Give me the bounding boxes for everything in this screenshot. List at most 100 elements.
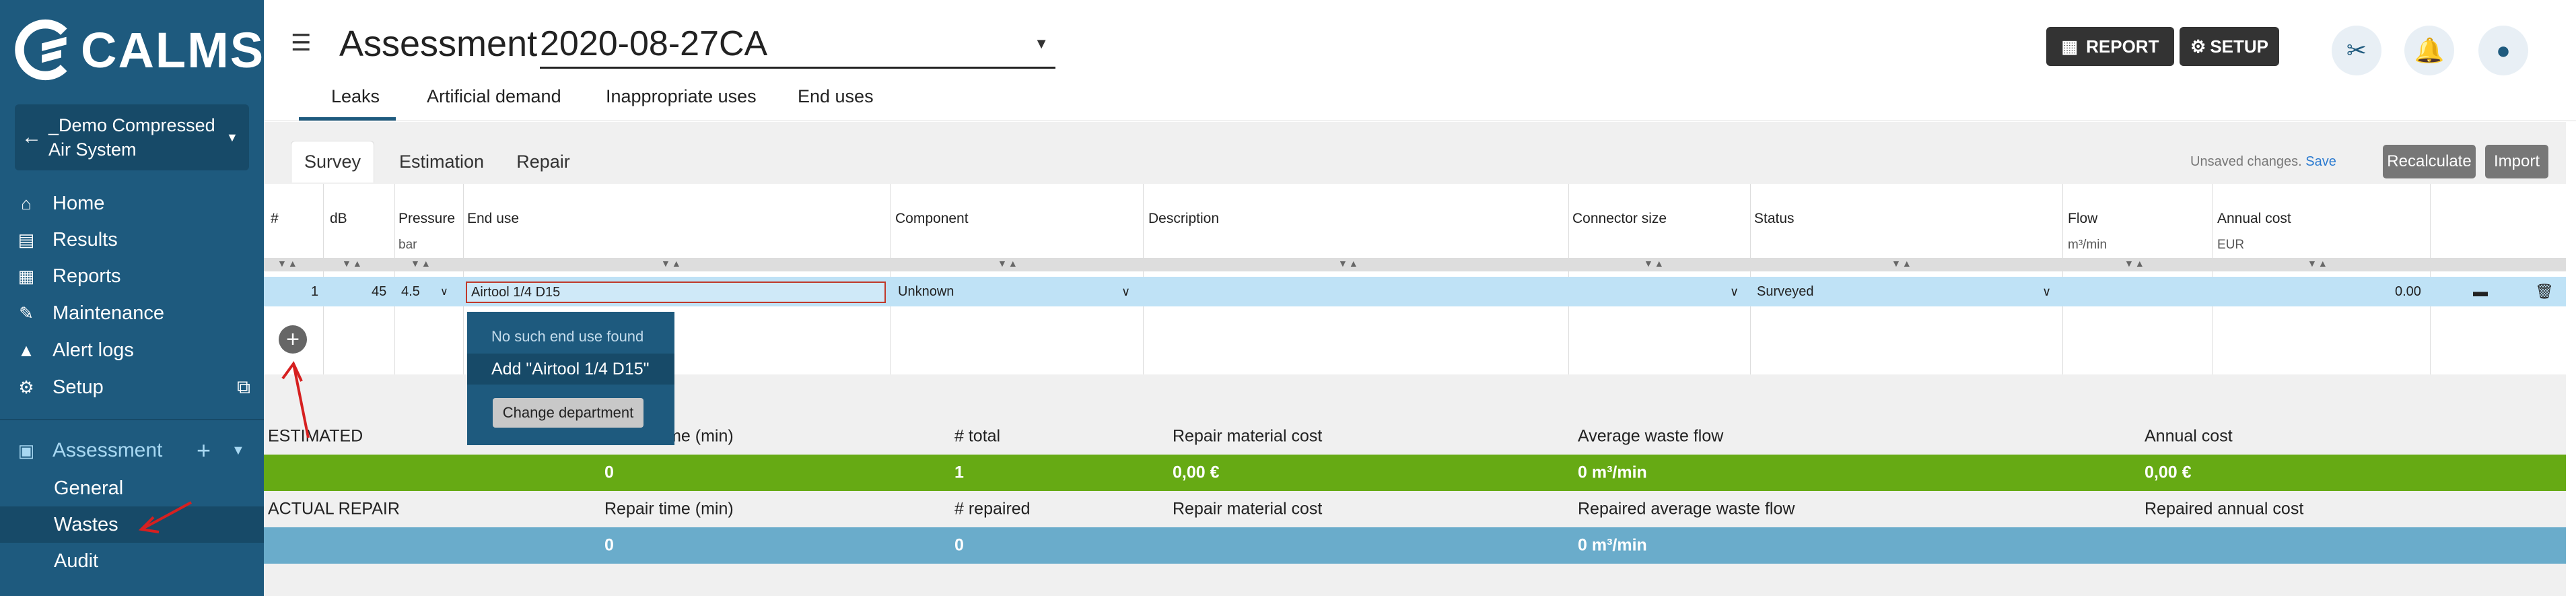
unsaved-changes-text: Unsaved changes. Save: [2190, 154, 2336, 170]
unit-pressure: bar: [398, 238, 417, 252]
change-department-button[interactable]: Change department: [493, 398, 643, 428]
logo[interactable]: CALMS: [12, 15, 265, 85]
col-header-flow: Flow: [2068, 211, 2098, 226]
chevron-down-icon[interactable]: ∨: [2042, 277, 2051, 306]
sort-icon[interactable]: ▼▲: [1338, 258, 1360, 269]
estimated-col-annual-cost: Annual cost: [2145, 426, 2233, 446]
save-link[interactable]: Save: [2305, 154, 2336, 169]
actual-col-repair-time: Repair time (min): [604, 499, 734, 519]
add-end-use-option[interactable]: Add "Airtool 1/4 D15": [467, 354, 674, 385]
back-arrow-icon[interactable]: ←: [15, 126, 48, 149]
estimated-label: ESTIMATED: [268, 426, 363, 446]
sidebar: CALMS ← _Demo Compressed Air System ▼ ⌂ H…: [0, 0, 264, 596]
add-row-button[interactable]: +: [279, 325, 307, 354]
chevron-down-icon[interactable]: ∨: [440, 277, 448, 306]
subtab-repair[interactable]: Repair: [506, 141, 580, 183]
actual-repair-time: 0: [604, 535, 614, 555]
nav-label: Results: [53, 228, 118, 251]
assessment-select[interactable]: 2020-08-27CA ▼: [540, 20, 1055, 69]
sub-wastes[interactable]: Wastes: [0, 506, 264, 543]
trash-icon[interactable]: 🗑: [2535, 277, 2554, 306]
report-button[interactable]: ▦ REPORT: [2046, 27, 2174, 66]
cell-db[interactable]: 45: [372, 277, 386, 306]
sort-icon[interactable]: ▼▲: [661, 258, 683, 269]
user-account-icon[interactable]: ●: [2478, 26, 2528, 75]
image-icon[interactable]: ▬: [2473, 277, 2488, 306]
active-tab-indicator: [299, 117, 396, 121]
table-row[interactable]: 1 45 4.5 ∨ Airtool 1/4 D15 Unknown ∨ ∨ S…: [264, 277, 2566, 306]
sort-icon[interactable]: ▼▲: [2124, 258, 2146, 269]
nav-label: Reports: [53, 265, 121, 287]
cell-component[interactable]: Unknown: [898, 277, 954, 306]
tab-leaks[interactable]: Leaks: [331, 86, 380, 107]
add-assessment-icon[interactable]: +: [197, 436, 211, 465]
nav-setup[interactable]: ⚙ Setup ⧉: [15, 370, 250, 405]
tab-artificial-demand[interactable]: Artificial demand: [427, 86, 561, 107]
actual-col-material-cost: Repair material cost: [1173, 499, 1323, 519]
sort-icon[interactable]: ▼▲: [342, 258, 363, 269]
sidebar-divider: [0, 419, 264, 420]
nav-maintenance[interactable]: ✎ Maintenance: [15, 296, 164, 331]
estimated-col-waste-flow: Average waste flow: [1578, 426, 1724, 446]
nav-home[interactable]: ⌂ Home: [15, 186, 104, 221]
estimated-repair-time: 0: [604, 463, 614, 482]
col-header-component: Component: [895, 211, 969, 226]
cell-pressure[interactable]: 4.5: [401, 277, 420, 306]
subtab-estimation[interactable]: Estimation: [388, 141, 495, 183]
nav-reports[interactable]: ▦ Reports: [15, 259, 121, 294]
tools-icon[interactable]: ✂: [2332, 26, 2381, 75]
estimated-total: 1: [954, 463, 964, 482]
cell-num: 1: [311, 284, 319, 299]
sort-icon[interactable]: ▼▲: [277, 258, 299, 269]
sub-general[interactable]: General: [0, 470, 264, 506]
nav-label: Assessment: [53, 439, 163, 461]
actual-waste-flow: 0 m³/min: [1578, 535, 1647, 555]
caret-down-icon[interactable]: ▼: [226, 131, 238, 145]
sort-icon[interactable]: ▼▲: [1891, 258, 1913, 269]
setup-label: SETUP: [2210, 36, 2268, 57]
setup-button[interactable]: ⚙ SETUP: [2180, 27, 2279, 66]
tab-end-uses[interactable]: End uses: [798, 86, 874, 107]
sort-icon[interactable]: ▼▲: [2307, 258, 2329, 269]
unit-flow: m³/min: [2068, 238, 2108, 252]
main-content: Survey Estimation Repair Unsaved changes…: [264, 122, 2566, 596]
actual-label: ACTUAL REPAIR: [268, 499, 400, 519]
nav-alert-logs[interactable]: ▲ Alert logs: [15, 333, 134, 368]
chevron-down-icon[interactable]: ▼: [232, 443, 245, 459]
sub-audit[interactable]: Audit: [0, 543, 264, 579]
system-name: _Demo Compressed Air System: [48, 115, 215, 160]
no-match-text: No such end use found: [491, 328, 644, 345]
nav-assessment[interactable]: ▣ Assessment + ▼: [15, 432, 257, 469]
subtab-survey[interactable]: Survey: [291, 141, 374, 183]
chevron-down-icon[interactable]: ∨: [1730, 277, 1739, 306]
report-label: REPORT: [2086, 36, 2159, 57]
nav-label: Setup: [53, 376, 104, 398]
nav-label: Maintenance: [53, 302, 165, 324]
cell-status[interactable]: Surveyed: [1757, 277, 1814, 306]
actual-col-repaired: # repaired: [954, 499, 1031, 519]
sort-icon[interactable]: ▼▲: [411, 258, 432, 269]
bell-icon[interactable]: 🔔: [2404, 26, 2454, 75]
menu-icon[interactable]: ☰: [291, 30, 311, 57]
external-link-icon[interactable]: ⧉: [237, 376, 250, 399]
sort-icon[interactable]: ▼▲: [998, 258, 1019, 269]
actual-col-waste-flow: Repaired average waste flow: [1578, 499, 1795, 519]
col-header-num: #: [271, 211, 279, 226]
col-header-db: dB: [330, 211, 347, 226]
nav-label: Home: [53, 192, 105, 214]
recalculate-button[interactable]: Recalculate: [2383, 145, 2476, 178]
import-button[interactable]: Import: [2485, 145, 2548, 178]
tab-inappropriate-uses[interactable]: Inappropriate uses: [606, 86, 757, 107]
estimated-col-total: # total: [954, 426, 1001, 446]
sort-icon[interactable]: ▼▲: [1644, 258, 1665, 269]
sort-row: ▼▲ ▼▲ ▼▲ ▼▲ ▼▲ ▼▲ ▼▲ ▼▲ ▼▲ ▼▲: [264, 258, 2566, 271]
actual-col-annual-cost: Repaired annual cost: [2145, 499, 2304, 519]
assessment-value: 2020-08-27CA: [540, 24, 768, 63]
chevron-down-icon[interactable]: ∨: [1121, 277, 1130, 306]
end-use-input[interactable]: Airtool 1/4 D15: [466, 282, 886, 303]
col-header-status: Status: [1754, 211, 1795, 226]
report-icon: ▦: [18, 265, 35, 286]
gear-icon: ⚙: [18, 376, 34, 397]
system-selector[interactable]: ← _Demo Compressed Air System ▼: [15, 104, 249, 170]
nav-results[interactable]: ▤ Results: [15, 222, 118, 257]
